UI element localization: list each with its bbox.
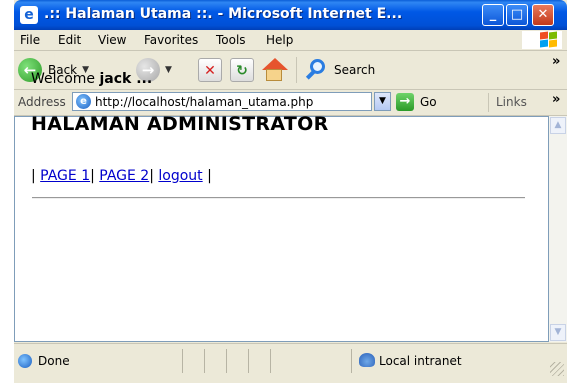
page-icon: e xyxy=(76,94,91,109)
address-dropdown-button[interactable]: ▼ xyxy=(374,92,391,111)
toolbar-overflow-chevron[interactable]: » xyxy=(552,54,560,69)
nav-links: | PAGE 1| PAGE 2| logout | xyxy=(31,168,212,184)
address-separator xyxy=(488,93,489,112)
page-content xyxy=(14,116,549,342)
page-1-link[interactable]: PAGE 1 xyxy=(40,168,90,184)
menu-favorites[interactable]: Favorites xyxy=(144,33,198,47)
refresh-button[interactable]: ↻ xyxy=(230,56,254,84)
close-button[interactable]: ✕ xyxy=(532,4,554,26)
page-2-link[interactable]: PAGE 2 xyxy=(99,168,149,184)
links-overflow-chevron[interactable]: » xyxy=(552,92,560,107)
menu-edit[interactable]: Edit xyxy=(58,33,81,47)
welcome-text: Welcome jack ... xyxy=(31,71,153,87)
browser-window: e .:: Halaman Utama ::. - Microsoft Inte… xyxy=(14,0,567,383)
maximize-button[interactable]: □ xyxy=(506,4,528,26)
resize-grip[interactable] xyxy=(550,362,564,376)
vertical-scrollbar[interactable]: ▲ ▼ xyxy=(549,116,567,342)
home-icon xyxy=(261,58,288,82)
scroll-down-button[interactable]: ▼ xyxy=(550,324,566,341)
search-button[interactable]: Search xyxy=(304,56,375,84)
forward-dropdown-icon[interactable]: ▼ xyxy=(165,65,172,75)
done-page-icon xyxy=(18,354,32,368)
logout-link[interactable]: logout xyxy=(158,168,202,184)
menu-bar: File Edit View Favorites Tools Help xyxy=(14,30,567,51)
scroll-up-button[interactable]: ▲ xyxy=(550,117,566,134)
address-input[interactable]: e http://localhost/halaman_utama.php xyxy=(72,92,372,111)
minimize-button[interactable]: _ xyxy=(482,4,504,26)
search-icon xyxy=(304,58,328,82)
security-zone-text: Local intranet xyxy=(379,354,462,368)
horizontal-rule xyxy=(32,197,525,199)
title-bar[interactable]: e .:: Halaman Utama ::. - Microsoft Inte… xyxy=(14,0,567,30)
ie-page-icon: e xyxy=(20,6,38,24)
status-text: Done xyxy=(38,354,70,368)
window-title: .:: Halaman Utama ::. - Microsoft Intern… xyxy=(44,6,403,22)
username: jack ... xyxy=(99,71,153,87)
menu-file[interactable]: File xyxy=(20,33,40,47)
page-heading: HALAMAN ADMINISTRATOR xyxy=(31,113,329,135)
toolbar-separator xyxy=(296,57,297,83)
home-button[interactable] xyxy=(261,56,288,84)
menu-help[interactable]: Help xyxy=(266,33,293,47)
links-button[interactable]: Links xyxy=(496,95,527,109)
address-url[interactable]: http://localhost/halaman_utama.php xyxy=(95,95,313,109)
menu-tools[interactable]: Tools xyxy=(216,33,246,47)
status-bar: Done Local intranet xyxy=(14,343,567,383)
stop-icon: ✕ xyxy=(198,58,222,82)
stop-button[interactable]: ✕ xyxy=(198,56,222,84)
refresh-icon: ↻ xyxy=(230,58,254,82)
go-arrow-icon[interactable]: → xyxy=(396,93,414,111)
menu-view[interactable]: View xyxy=(98,33,126,47)
go-button[interactable]: Go xyxy=(420,95,437,109)
search-label: Search xyxy=(334,63,376,77)
address-label: Address xyxy=(18,95,66,109)
intranet-zone-icon xyxy=(359,353,375,367)
windows-logo-icon xyxy=(522,31,562,49)
